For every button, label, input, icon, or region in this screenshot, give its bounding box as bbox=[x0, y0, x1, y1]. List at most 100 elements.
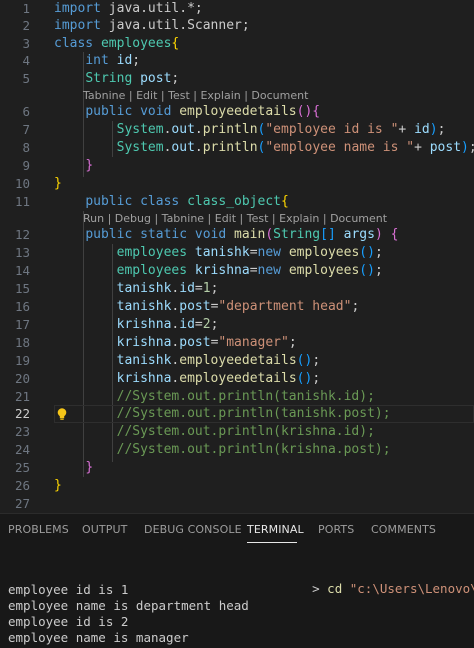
code-text: import java.util.Scanner; bbox=[54, 18, 250, 33]
code-line[interactable]: 23 //System.out.println(krishna.id); bbox=[0, 423, 474, 441]
code-line[interactable]: 24 //System.out.println(krishna.post); bbox=[0, 441, 474, 459]
codelens-actions[interactable]: Tabnine | Edit | Test | Explain | Docume… bbox=[83, 88, 308, 104]
code-text: public class class_object{ bbox=[85, 194, 289, 209]
panel-tabs: PROBLEMS OUTPUT DEBUG CONSOLE TERMINAL PORTS… bbox=[0, 514, 474, 546]
code-line[interactable]: 3 class employees{ bbox=[0, 35, 474, 53]
bottom-panel: PROBLEMS OUTPUT DEBUG CONSOLE TERMINAL PORTS… bbox=[0, 513, 474, 648]
line-number: 1 bbox=[22, 1, 30, 16]
code-line[interactable]: 19 tanishk.employeedetails(); bbox=[0, 352, 474, 370]
terminal-output-line: employee name is department head bbox=[8, 598, 249, 613]
code-line[interactable]: 22 //System.out.println(tanishk.post); bbox=[0, 405, 474, 423]
line-number: 7 bbox=[22, 122, 30, 137]
code-text: //System.out.println(tanishk.post); bbox=[116, 406, 391, 421]
panel-tab-comments[interactable]: COMMENTS bbox=[371, 523, 436, 536]
code-line[interactable]: 16 tanishk.post="department head"; bbox=[0, 298, 474, 316]
line-number: 21 bbox=[14, 389, 30, 404]
panel-tab-problems[interactable]: PROBLEMS bbox=[8, 523, 69, 536]
prompt-symbol: > bbox=[312, 581, 320, 596]
line-number: 24 bbox=[14, 442, 30, 457]
code-line[interactable]: 14 employees krishna=new employees(); bbox=[0, 262, 474, 280]
code-line[interactable]: 17 krishna.id=2; bbox=[0, 316, 474, 334]
code-line[interactable]: 7 System.out.println("employee id is "+ … bbox=[0, 121, 474, 139]
code-text: } bbox=[85, 158, 94, 173]
code-text: tanishk.employeedetails(); bbox=[116, 353, 321, 368]
line-number: 9 bbox=[22, 158, 30, 173]
code-text: } bbox=[54, 478, 62, 493]
panel-tab-terminal[interactable]: TERMINAL bbox=[247, 523, 304, 536]
line-number: 19 bbox=[14, 353, 30, 368]
line-number: 15 bbox=[14, 281, 30, 296]
code-line[interactable]: 2 import java.util.Scanner; bbox=[0, 17, 474, 35]
code-editor[interactable]: 1 import java.util.*; 2 import java.util.Sc… bbox=[0, 0, 474, 513]
code-line[interactable]: 20 krishna.employeedetails(); bbox=[0, 370, 474, 388]
panel-tab-output[interactable]: OUTPUT bbox=[82, 523, 127, 536]
code-line[interactable]: 9 } bbox=[0, 157, 474, 175]
code-line[interactable]: 18 krishna.post="manager"; bbox=[0, 334, 474, 352]
code-text: tanishk.post="department head"; bbox=[116, 299, 360, 314]
code-text: } bbox=[54, 176, 62, 191]
line-number: 13 bbox=[14, 245, 30, 260]
panel-tab-ports[interactable]: PORTS bbox=[318, 523, 354, 536]
code-line[interactable]: 11 public class class_object{ bbox=[0, 193, 474, 211]
code-text: krishna.employeedetails(); bbox=[116, 371, 321, 386]
code-text: System.out.println("employee id is "+ id… bbox=[116, 122, 446, 137]
terminal-output-line: employee id is 1 bbox=[8, 582, 129, 597]
code-text: //System.out.println(krishna.post); bbox=[116, 442, 391, 457]
lightbulb-icon[interactable] bbox=[55, 407, 69, 421]
line-number: 17 bbox=[14, 317, 30, 332]
code-text: tanishk.id=1; bbox=[116, 281, 219, 296]
code-line[interactable]: 27 bbox=[0, 495, 474, 513]
line-number: 3 bbox=[22, 36, 30, 51]
code-text: //System.out.println(tanishk.id); bbox=[116, 389, 375, 404]
code-line[interactable]: 26} bbox=[0, 477, 474, 495]
line-number: 25 bbox=[14, 460, 30, 475]
code-line[interactable]: 4 int id; bbox=[0, 52, 474, 70]
line-number: 11 bbox=[14, 194, 30, 209]
line-number: 22 bbox=[14, 406, 30, 421]
code-text: public void employeedetails(){ bbox=[85, 104, 321, 119]
code-text: String post; bbox=[85, 71, 180, 86]
code-text: krishna.post="manager"; bbox=[116, 335, 297, 350]
terminal-prompt: > cd "c:\Users\Lenovo\OneDri bbox=[282, 566, 474, 611]
code-line[interactable]: 12 public static void main(String[] args… bbox=[0, 226, 474, 244]
prompt-path: "c:\Users\Lenovo\OneDri bbox=[349, 581, 474, 596]
code-text: employees krishna=new employees(); bbox=[116, 263, 383, 278]
code-text: krishna.id=2; bbox=[116, 317, 219, 332]
code-line[interactable]: 5 String post; bbox=[0, 70, 474, 88]
line-number: 26 bbox=[14, 478, 30, 493]
line-number: 16 bbox=[14, 299, 30, 314]
code-line[interactable]: 1 import java.util.*; bbox=[0, 0, 474, 18]
code-line[interactable]: 6 public void employeedetails(){ bbox=[0, 103, 474, 121]
code-text: public static void main(String[] args) { bbox=[85, 227, 399, 242]
line-number: 27 bbox=[14, 496, 30, 511]
code-text: employees tanishk=new employees(); bbox=[116, 245, 383, 260]
code-line[interactable]: 15 tanishk.id=1; bbox=[0, 280, 474, 298]
line-number: 5 bbox=[22, 71, 30, 86]
line-number: 2 bbox=[22, 18, 30, 33]
code-text: } bbox=[85, 460, 94, 475]
code-text: System.out.println("employee name is "+ … bbox=[116, 140, 474, 155]
codelens-actions[interactable]: Run | Debug | Tabnine | Edit | Test | Ex… bbox=[83, 211, 387, 227]
line-number: 18 bbox=[14, 335, 30, 350]
code-line[interactable]: 10} bbox=[0, 175, 474, 193]
line-number: 10 bbox=[14, 176, 30, 191]
code-line[interactable]: 21 //System.out.println(tanishk.id); bbox=[0, 388, 474, 406]
line-number: 12 bbox=[14, 227, 30, 242]
prompt-command: cd bbox=[327, 581, 350, 596]
code-text: import java.util.*; bbox=[54, 1, 203, 16]
line-number: 4 bbox=[22, 53, 30, 68]
line-number: 6 bbox=[22, 104, 30, 119]
code-text: int id; bbox=[85, 53, 141, 68]
code-text: class employees{ bbox=[54, 36, 180, 51]
active-tab-indicator bbox=[247, 542, 297, 543]
terminal-output-line: employee id is 2 bbox=[8, 614, 129, 629]
line-number: 23 bbox=[14, 424, 30, 439]
code-line[interactable]: 8 System.out.println("employee name is "… bbox=[0, 139, 474, 157]
code-line[interactable]: 13 employees tanishk=new employees(); bbox=[0, 244, 474, 262]
terminal-output-line: employee name is manager bbox=[8, 630, 189, 645]
line-number: 20 bbox=[14, 371, 30, 386]
line-number: 14 bbox=[14, 263, 30, 278]
panel-tab-debug-console[interactable]: DEBUG CONSOLE bbox=[144, 523, 242, 536]
code-line[interactable]: 25 } bbox=[0, 459, 474, 477]
code-text: //System.out.println(krishna.id); bbox=[116, 424, 375, 439]
